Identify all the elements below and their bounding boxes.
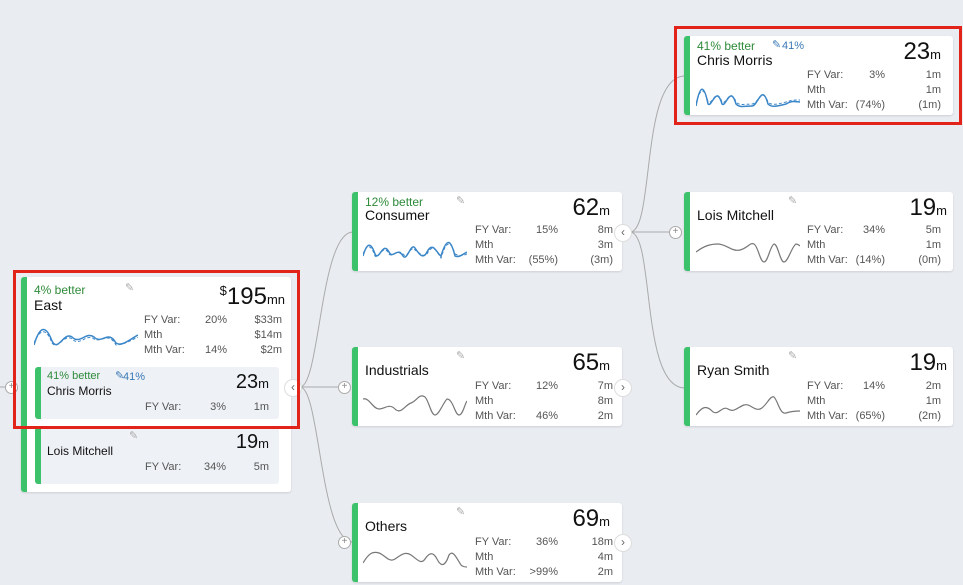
chevron-left-icon[interactable]: ‹ <box>284 379 302 397</box>
person-card-ryan-smith[interactable]: ✎ Ryan Smith 19m FY Var: 14% 2m Mth 1m Mth … <box>684 347 953 426</box>
metrics-table: FY Var: 20% $33m Mth $14m Mth Var: 14% $2m <box>144 314 282 356</box>
sparkline-chart <box>363 551 467 568</box>
card-title: Ryan Smith <box>697 362 770 378</box>
plus-circle-icon[interactable]: + <box>5 381 18 394</box>
plus-circle-icon[interactable]: + <box>338 381 351 394</box>
pencil-icon[interactable]: ✎ <box>125 281 134 294</box>
person-card-lois-mitchell[interactable]: ✎ Lois Mitchell 19m FY Var: 34% 5m Mth 1m M… <box>684 192 953 271</box>
child-metrics: FY Var: 3% 1m <box>145 401 269 413</box>
card-title: Others <box>365 518 408 534</box>
card-value: 19m <box>909 194 947 221</box>
child-metrics: FY Var: 34% 5m <box>145 461 269 473</box>
person-card-chris-morris[interactable]: 41% better ✎ 41% Chris Morris 23m FY Var… <box>684 36 953 115</box>
chevron-right-icon[interactable]: › <box>614 379 632 397</box>
east-card[interactable]: 4% better ✎ East $195mn FY Var: 20% $33m M… <box>21 277 291 492</box>
sparkline-chart <box>34 328 138 346</box>
metrics-table: FY Var: 12% 7m Mth 8m Mth Var: 46% 2m <box>475 380 613 422</box>
child-name: Chris Morris <box>47 384 112 398</box>
metrics-table: FY Var: 14% 2m Mth 1m Mth Var: (65%) (2m) <box>807 380 941 422</box>
pencil-icon[interactable]: ✎ <box>772 38 781 51</box>
card-value: 19m <box>909 349 947 376</box>
child-value: 19m <box>235 431 269 453</box>
card-title: Industrials <box>365 362 429 378</box>
pencil-icon[interactable]: ✎ <box>456 505 465 518</box>
child-name: Lois Mitchell <box>47 444 114 458</box>
card-title: Consumer <box>365 207 430 223</box>
card-title: Lois Mitchell <box>697 207 775 223</box>
better-indicator: 41% better <box>697 39 756 53</box>
sparkline-chart <box>696 243 800 263</box>
card-value: 23m <box>903 38 941 65</box>
metrics-table: FY Var: 36% 18m Mth 4m Mth Var: >99% 2m <box>475 536 613 578</box>
card-value: 62m <box>572 194 610 221</box>
sparkline-chart <box>696 396 800 416</box>
pct-indicator: 41% <box>123 371 146 383</box>
chevron-right-icon[interactable]: › <box>614 534 632 552</box>
better-indicator: 41% better <box>47 370 101 382</box>
card-value: 69m <box>572 505 610 532</box>
pencil-icon[interactable]: ✎ <box>788 349 797 362</box>
plus-circle-icon[interactable]: + <box>669 226 682 239</box>
pencil-icon[interactable]: ✎ <box>788 194 797 207</box>
segment-card-others[interactable]: ✎ Others 69m FY Var: 36% 18m Mth 4m Mth Var… <box>352 503 622 582</box>
segment-card-consumer[interactable]: 12% better ✎ Consumer 62m FY Var: 15% 8m M… <box>352 192 622 271</box>
child-value: 23m <box>235 371 269 393</box>
card-value: 65m <box>572 349 610 376</box>
metrics-table: FY Var: 3% 1m Mth 1m Mth Var: (74%) (1m) <box>807 69 941 111</box>
sparkline-chart <box>363 395 467 416</box>
pencil-icon[interactable]: ✎ <box>456 349 465 362</box>
card-value: $195mn <box>219 283 285 310</box>
better-indicator: 4% better <box>34 283 86 297</box>
metrics-table: FY Var: 34% 5m Mth 1m Mth Var: (14%) (0m) <box>807 224 941 266</box>
sparkline-chart <box>696 88 800 108</box>
pencil-icon[interactable]: ✎ <box>456 194 465 207</box>
metrics-table: FY Var: 15% 8m Mth 3m Mth Var: (55%) (3m) <box>475 224 613 266</box>
pct-indicator: 41% <box>782 40 805 52</box>
card-title: East <box>34 297 63 313</box>
sparkline-chart <box>363 241 467 260</box>
card-title: Chris Morris <box>697 52 773 68</box>
child-card-chris-morris[interactable]: 41% better ✎ 41% Chris Morris 23m FY Var… <box>35 367 279 419</box>
chevron-left-icon[interactable]: ‹ <box>614 224 632 242</box>
pencil-icon[interactable]: ✎ <box>129 429 138 442</box>
plus-circle-icon[interactable]: + <box>338 536 351 549</box>
segment-card-industrials[interactable]: ✎ Industrials 65m FY Var: 12% 7m Mth 8m Mth… <box>352 347 622 426</box>
child-card-lois-mitchell[interactable]: ✎ Lois Mitchell 19m FY Var: 34% 5m <box>35 427 279 484</box>
